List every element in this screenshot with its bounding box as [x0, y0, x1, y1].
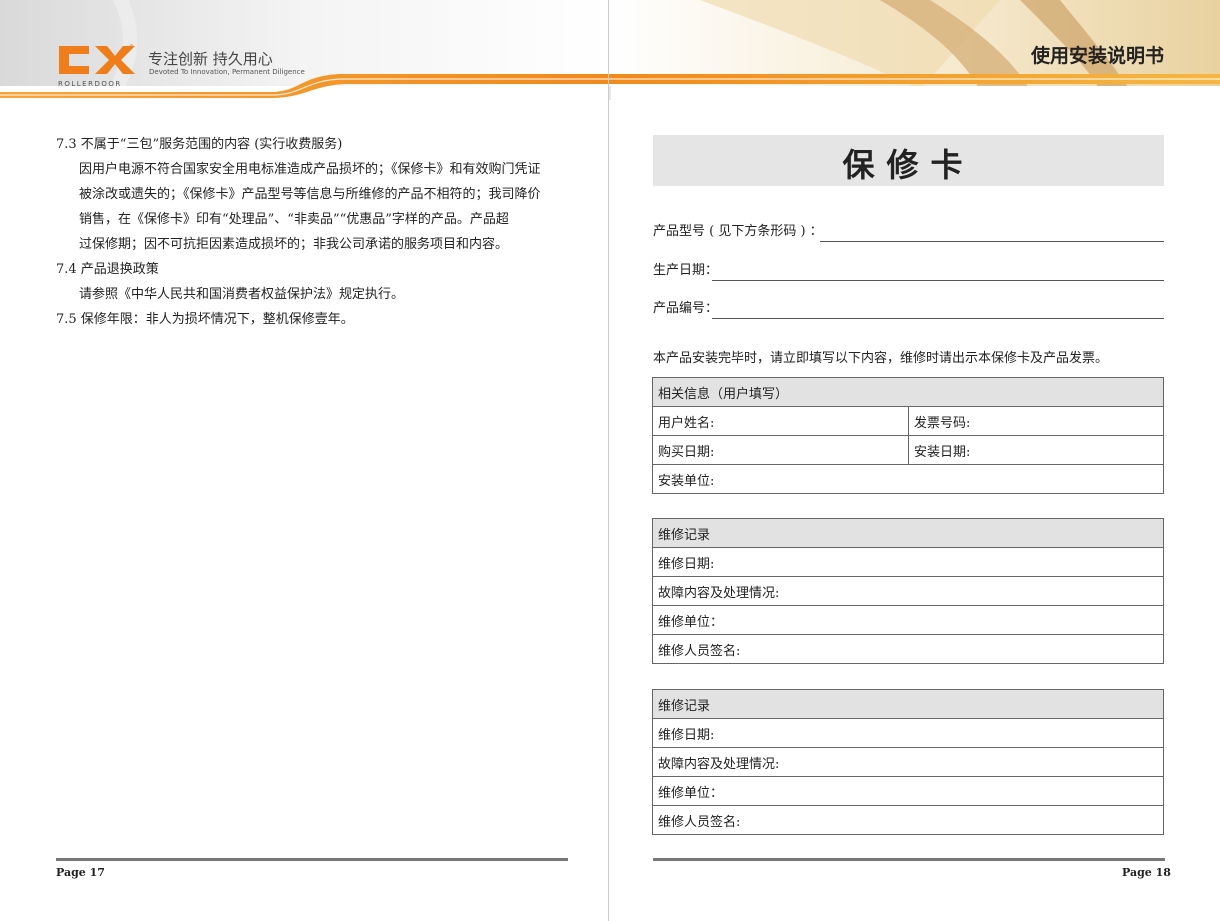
purchase-date-cell[interactable]: 购买日期: [652, 435, 909, 465]
right-footer-rule [653, 858, 1165, 861]
install-unit-cell[interactable]: 安装单位: [652, 464, 1164, 494]
user-info-table: 相关信息（用户填写） 用户姓名: 发票号码: 购买日期: 安装日期: 安装单位: [652, 377, 1164, 494]
serial-input-line[interactable] [712, 318, 1164, 319]
section-7-5-heading: 7.5 保修年限：非人为损坏情况下，整机保修壹年。 [56, 312, 354, 327]
install-date-cell[interactable]: 安装日期: [908, 435, 1164, 465]
section-7-4-line-1: 请参照《中华人民共和国消费者权益保护法》规定执行。 [79, 287, 405, 302]
user-name-cell[interactable]: 用户姓名: [652, 406, 909, 436]
left-footer-rule [56, 858, 568, 861]
model-label: 产品型号 ( 见下方条形码 ) ： [653, 224, 823, 239]
section-7-3-line-1: 因用户电源不符合国家安全用电标准造成产品损坏的；《保修卡》和有效购门凭证 [79, 162, 541, 177]
fault-description-cell[interactable]: 故障内容及处理情况: [652, 747, 1164, 777]
section-7-4-heading: 7.4 产品退换政策 [56, 262, 159, 277]
warranty-card-title: 保修卡 [842, 146, 975, 184]
instruction-note: 本产品安装完毕时，请立即填写以下内容，维修时请出示本保修卡及产品发票。 [653, 351, 1109, 366]
section-7-3-line-4: 过保修期；因不可抗拒因素造成损坏的；非我公司承诺的服务项目和内容。 [79, 237, 509, 252]
repair-unit-cell[interactable]: 维修单位： [652, 776, 1164, 806]
left-page-number: Page 17 [56, 866, 105, 879]
repair-date-cell[interactable]: 维修日期: [652, 547, 1164, 577]
fault-description-cell[interactable]: 故障内容及处理情况: [652, 576, 1164, 606]
repair-record-header: 维修记录 [652, 518, 1164, 548]
repair-date-cell[interactable]: 维修日期: [652, 718, 1164, 748]
repair-record-table-2: 维修记录 维修日期: 故障内容及处理情况: 维修单位： 维修人员签名: [652, 689, 1164, 835]
model-input-line[interactable] [820, 241, 1164, 242]
right-page-number: Page 18 [1122, 866, 1171, 879]
repair-unit-cell[interactable]: 维修单位： [652, 605, 1164, 635]
section-7-3-line-2: 被涂改或遗失的；《保修卡》产品型号等信息与所维修的产品不相符的；我司降价 [79, 187, 541, 202]
production-date-input-line[interactable] [712, 280, 1164, 281]
repair-record-header: 维修记录 [652, 689, 1164, 719]
section-7-3-line-3: 销售，在《保修卡》印有“处理品”、“非卖品”“优惠品”字样的产品。产品超 [79, 212, 509, 227]
invoice-number-cell[interactable]: 发票号码: [908, 406, 1164, 436]
section-7-3-heading: 7.3 不属于“三包”服务范围的内容 (实行收费服务) [56, 137, 343, 152]
serial-label: 产品编号： [653, 301, 719, 316]
warranty-card-title-bar: 保修卡 [653, 135, 1164, 186]
production-date-label: 生产日期： [653, 263, 719, 278]
user-info-header: 相关信息（用户填写） [652, 377, 1164, 407]
repair-record-table-1: 维修记录 维修日期: 故障内容及处理情况: 维修单位： 维修人员签名: [652, 518, 1164, 664]
repair-signature-cell[interactable]: 维修人员签名: [652, 805, 1164, 835]
repair-signature-cell[interactable]: 维修人员签名: [652, 634, 1164, 664]
